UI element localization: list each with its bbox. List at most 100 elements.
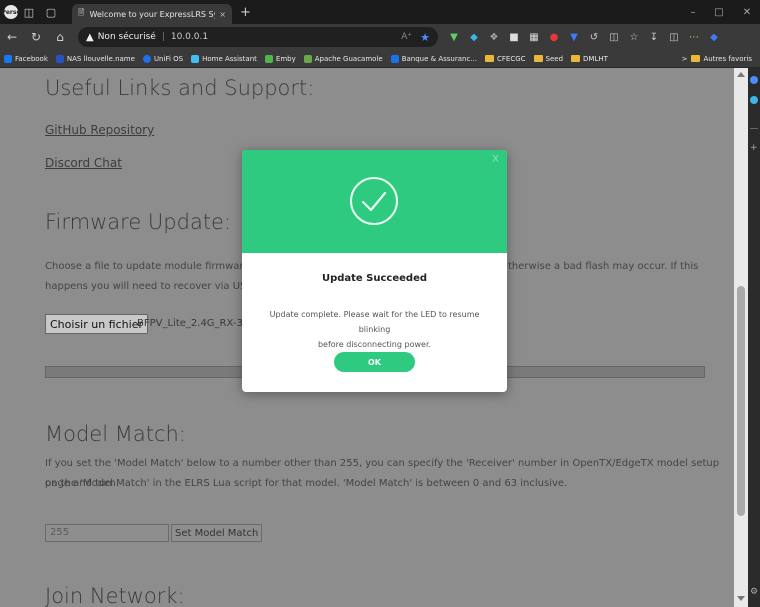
success-check-icon [350, 177, 398, 225]
model-match-description-line2: on the 'Model Match' in the ELRS Lua scr… [45, 478, 568, 489]
bookmark-label: Emby [275, 54, 296, 63]
bookmark-folder[interactable]: DMLHT [571, 55, 608, 63]
sidebar-divider [750, 128, 758, 129]
browser-toolbar: ← ↻ ⌂ ▲ Non sécurisé | 10.0.0.1 A⁺ ★ ▼ ◆… [0, 24, 760, 50]
back-icon[interactable]: ← [0, 25, 24, 49]
emby-icon [264, 54, 273, 63]
bookmark-label: UniFi OS [153, 54, 184, 63]
bookmarks-overflow-icon[interactable]: > [682, 55, 688, 63]
warning-icon[interactable]: ▲ [86, 32, 94, 43]
dialog-message: Update complete. Please wait for the LED… [257, 307, 492, 352]
model-match-heading: Model Match: [45, 422, 186, 446]
page-scrollbar[interactable] [734, 68, 748, 607]
bookmark-item[interactable]: Facebook [4, 54, 48, 63]
workspaces-icon[interactable]: ◫ [18, 0, 40, 24]
extension-grid-icon[interactable]: ▦ [524, 27, 544, 47]
extension-red-icon[interactable]: ● [544, 27, 564, 47]
sidebar-outlook-icon[interactable] [750, 96, 758, 104]
address-bar[interactable]: ▲ Non sécurisé | 10.0.0.1 A⁺ ★ [78, 27, 438, 47]
github-link[interactable]: GitHub Repository [45, 123, 154, 137]
bookmark-item[interactable]: Home Assistant [191, 54, 257, 63]
folder-icon [571, 55, 581, 62]
bookmark-item[interactable]: NAS llouvelle.name [55, 54, 135, 63]
security-label[interactable]: Non sécurisé [98, 32, 156, 42]
folder-icon [691, 55, 701, 62]
more-icon[interactable]: ⋯ [684, 27, 704, 47]
model-match-input[interactable]: 255 [45, 524, 169, 542]
useful-links-heading: Useful Links and Support: [45, 76, 315, 100]
extension-blue-shield-icon[interactable]: ▼ [564, 27, 584, 47]
firmware-description-line2: happens you will need to recover via USB… [45, 281, 270, 292]
tab-close-button[interactable]: × [219, 10, 226, 19]
tab-actions-icon[interactable]: ▢ [40, 0, 62, 24]
bookmark-label: Home Assistant [202, 54, 257, 63]
bookmark-item[interactable]: UniFi OS [142, 54, 184, 63]
browser-title-bar: Perso ◫ ▢ 🗎 Welcome to your ExpressLRS S… [0, 0, 760, 24]
dialog-title: Update Succeeded [321, 273, 428, 284]
bookmark-label: NAS llouvelle.name [66, 54, 135, 63]
bookmark-folder[interactable]: CFECGC [484, 54, 526, 63]
bookmarks-bar: Facebook NAS llouvelle.name UniFi OS Hom… [0, 50, 760, 68]
dialog-message-line1: Update complete. Please wait for the LED… [269, 310, 480, 334]
extension-puzzle-icon[interactable]: ❖ [484, 27, 504, 47]
bookmark-label: Apache Guacamole [314, 54, 383, 63]
folder-icon [533, 55, 543, 62]
sidebar-add-icon[interactable]: + [750, 144, 758, 153]
maximize-icon[interactable]: □ [706, 0, 732, 24]
copilot-icon[interactable]: ◆ [704, 27, 724, 47]
bookmark-folder[interactable]: Seed [533, 55, 563, 63]
bookmark-item[interactable]: Apache Guacamole [303, 54, 383, 63]
extension-diamond-icon[interactable]: ◆ [464, 27, 484, 47]
firmware-update-heading: Firmware Update: [45, 210, 232, 234]
checkmark-icon [361, 191, 387, 212]
browser-side-panel: + ⚙ [748, 68, 760, 607]
join-network-heading: Join Network: [45, 584, 185, 607]
sidebar-search-icon[interactable] [750, 76, 758, 84]
tab-title: Welcome to your ExpressLRS Sy... [89, 9, 216, 19]
update-success-dialog: X Update Succeeded Update complete. Plea… [242, 150, 507, 392]
url-text[interactable]: 10.0.0.1 [171, 32, 208, 42]
scroll-down-icon[interactable] [737, 596, 745, 601]
minimize-icon[interactable]: – [680, 0, 706, 24]
downloads-icon[interactable]: ↧ [644, 27, 664, 47]
split-screen-icon[interactable]: ◫ [604, 27, 624, 47]
extension-shield-icon[interactable]: ▼ [444, 27, 464, 47]
collections-icon[interactable]: ◫ [664, 27, 684, 47]
bookmark-label: Banque & Assuranc... [401, 54, 477, 63]
other-bookmarks-label: Autres favoris [703, 54, 752, 63]
new-tab-button[interactable]: + [240, 5, 251, 20]
nas-icon [55, 54, 64, 63]
discord-link[interactable]: Discord Chat [45, 156, 122, 170]
close-window-icon[interactable]: ✕ [734, 0, 760, 24]
bookmark-label: CFECGC [496, 54, 526, 63]
reload-icon[interactable]: ↻ [24, 25, 48, 49]
bookmark-label: Facebook [15, 54, 48, 63]
scroll-up-icon[interactable] [737, 72, 745, 77]
extension-square-icon[interactable]: ■ [504, 27, 524, 47]
home-assistant-icon [191, 54, 200, 63]
firmware-description-line1-right: therwise a bad flash may occur. If this [508, 261, 699, 272]
tab-active[interactable]: 🗎 Welcome to your ExpressLRS Sy... × [72, 4, 232, 24]
facebook-icon [4, 54, 12, 63]
bookmark-item[interactable]: Banque & Assuranc... [390, 54, 477, 63]
sidebar-settings-icon[interactable]: ⚙ [750, 588, 758, 597]
dialog-close-button[interactable]: X [492, 154, 499, 165]
unifi-icon [142, 54, 151, 63]
refresh-extension-icon[interactable]: ↺ [584, 27, 604, 47]
bookmark-label: DMLHT [583, 54, 608, 63]
ok-button[interactable]: OK [334, 352, 415, 372]
bank-icon [390, 54, 399, 63]
set-model-match-button[interactable]: Set Model Match [171, 524, 263, 542]
read-aloud-icon[interactable]: A⁺ [401, 32, 412, 42]
bookmark-item[interactable]: Emby [264, 54, 296, 63]
other-bookmarks[interactable]: Autres favoris [691, 55, 752, 63]
favorites-icon[interactable]: ☆ [624, 27, 644, 47]
profile-avatar[interactable]: Perso [1, 5, 21, 19]
scrollbar-thumb[interactable] [737, 286, 745, 516]
guacamole-icon [303, 54, 312, 63]
firmware-description-line1-left: Choose a file to update module firmware.… [45, 261, 272, 272]
dialog-message-line2: before disconnecting power. [317, 340, 432, 349]
favorite-star-icon[interactable]: ★ [420, 31, 430, 44]
choose-file-button[interactable]: Choisir un fichier [45, 314, 148, 334]
home-icon[interactable]: ⌂ [48, 25, 72, 49]
